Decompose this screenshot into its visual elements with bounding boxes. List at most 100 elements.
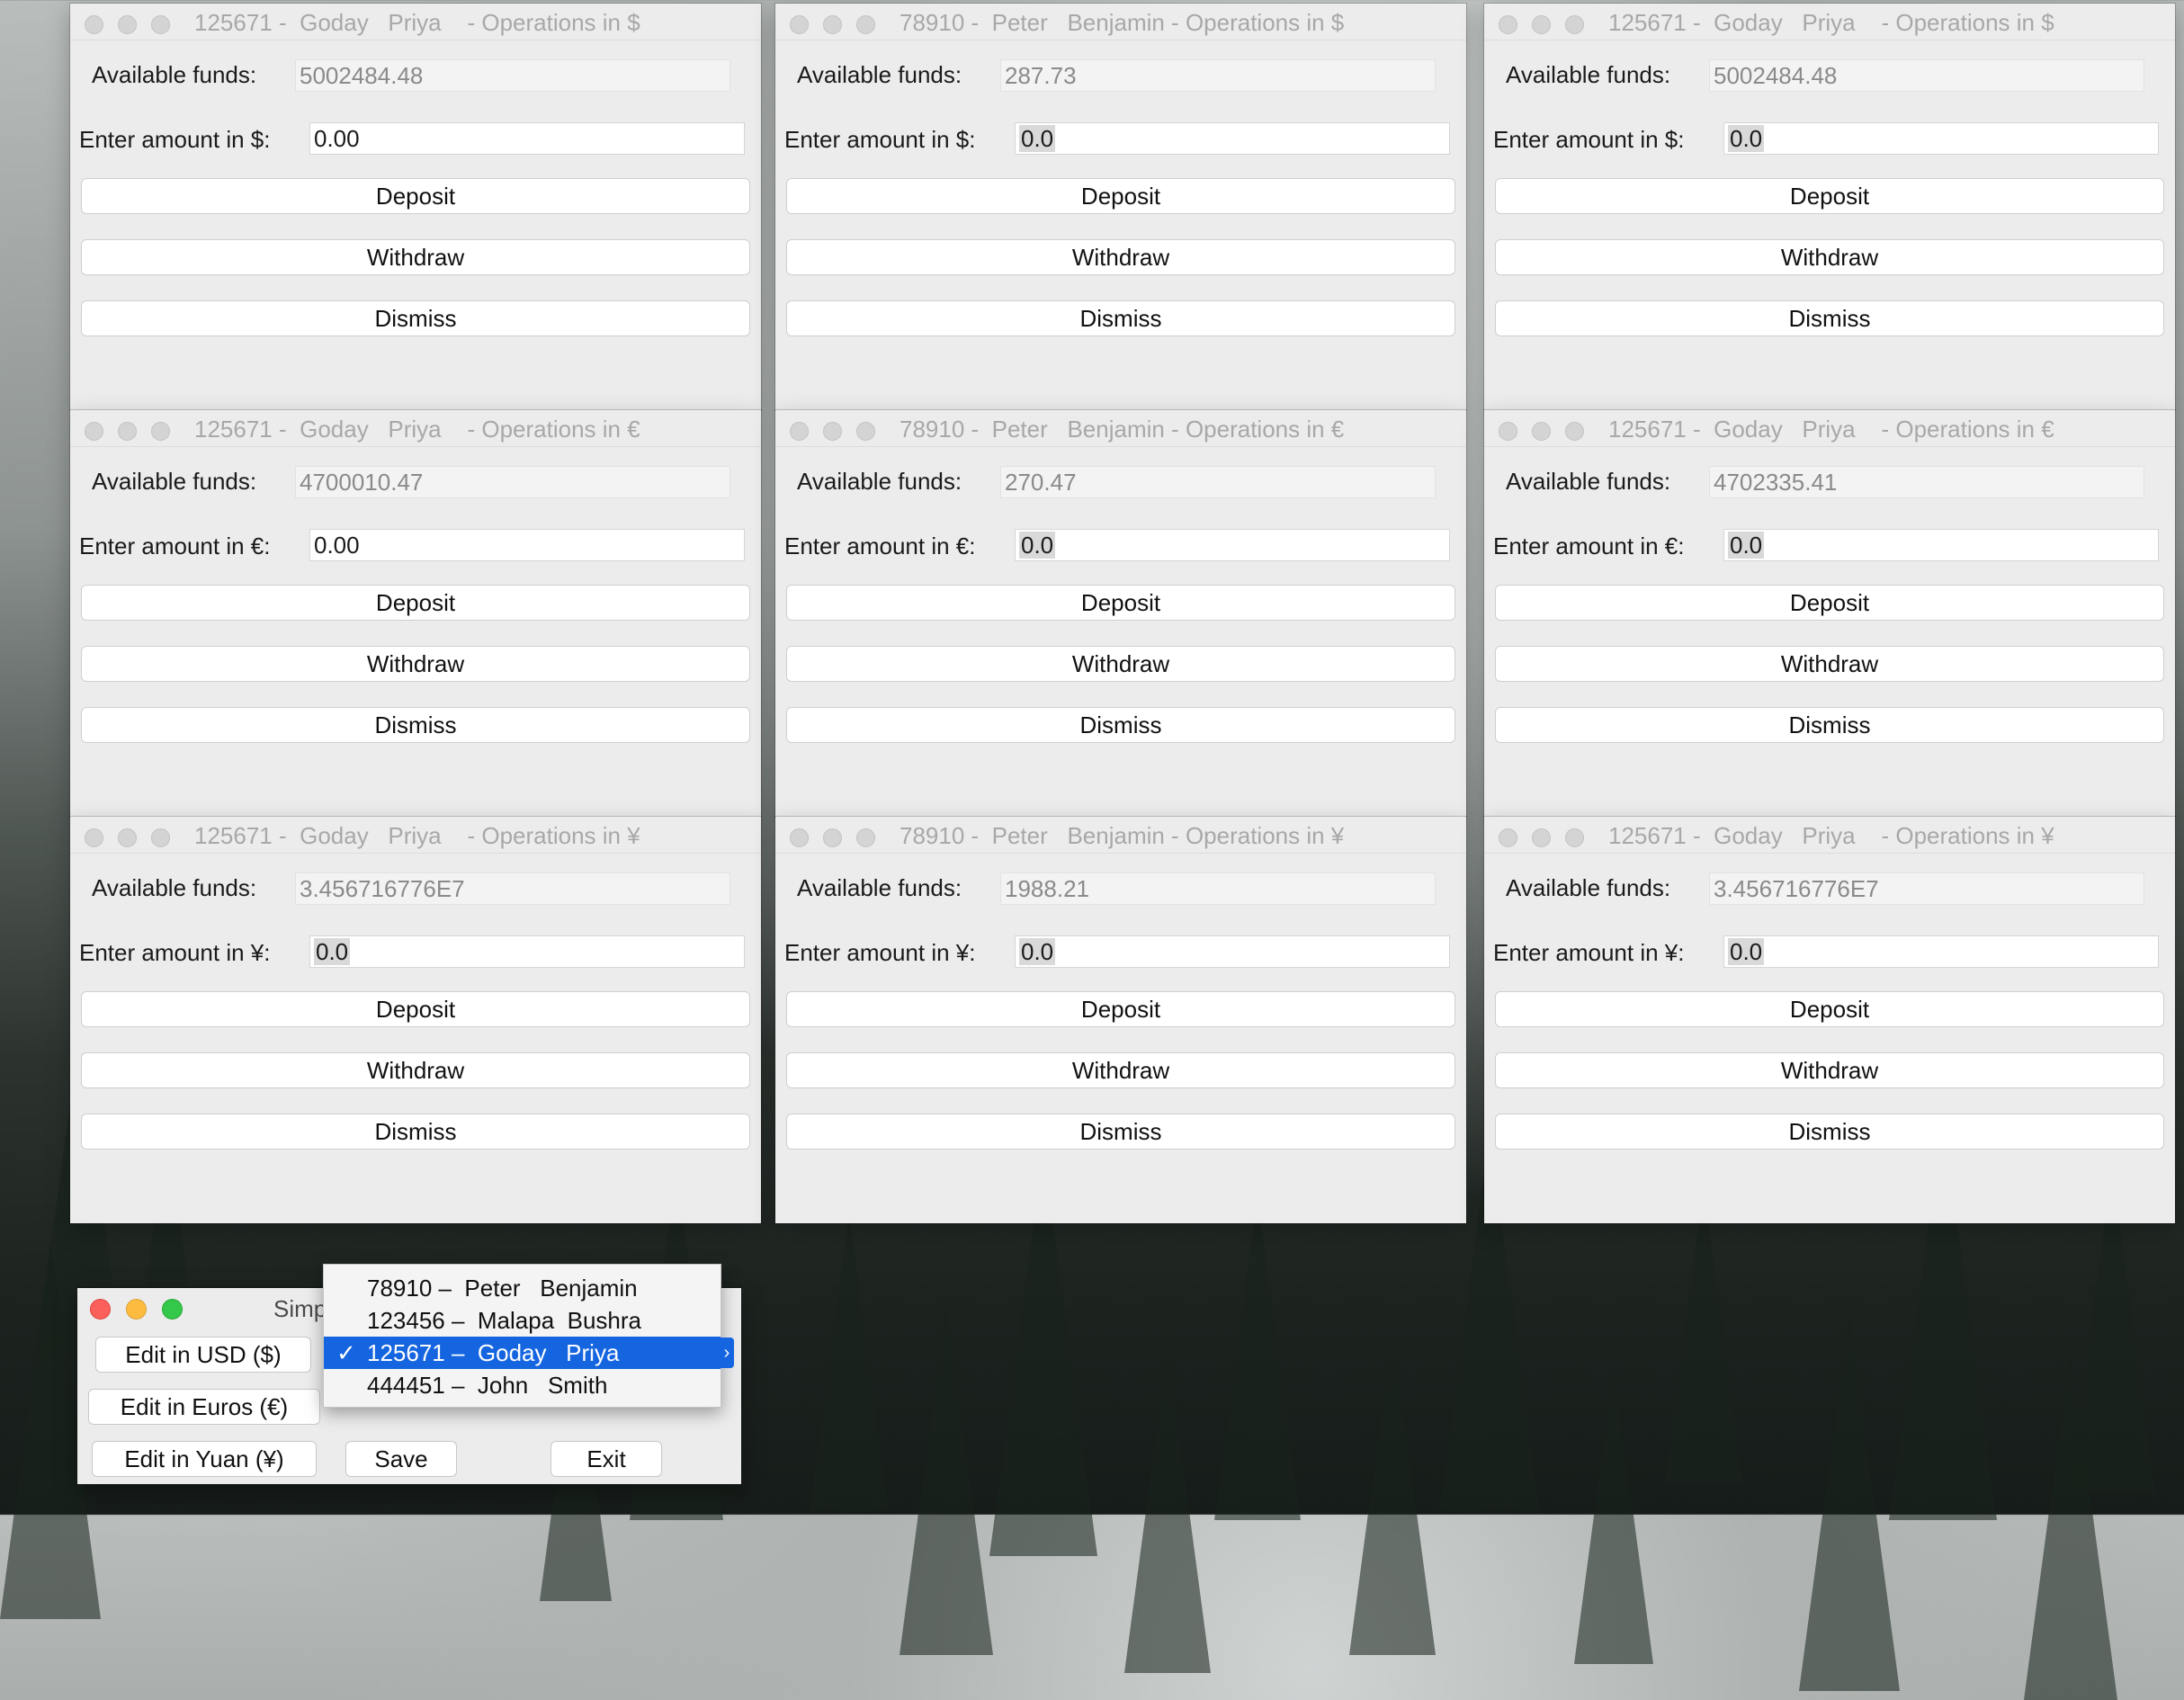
traffic-lights bbox=[790, 422, 890, 441]
amount-value: 0.0 bbox=[1019, 532, 1056, 559]
amount-label: Enter amount in $: bbox=[79, 126, 271, 153]
amount-label: Enter amount in $: bbox=[784, 126, 976, 153]
minimize-button[interactable] bbox=[126, 1299, 147, 1320]
deposit-button[interactable]: Deposit bbox=[786, 178, 1455, 214]
minimize-button[interactable] bbox=[118, 828, 137, 847]
amount-value: 0.00 bbox=[314, 532, 360, 559]
account-option[interactable]: ✓ 125671 – Goday Priya bbox=[324, 1337, 721, 1369]
pine-tree bbox=[1574, 1367, 1653, 1664]
amount-value: 0.0 bbox=[314, 938, 351, 965]
amount-label: Enter amount in €: bbox=[79, 532, 271, 559]
close-button[interactable] bbox=[85, 828, 103, 847]
withdraw-button[interactable]: Withdraw bbox=[1495, 239, 2164, 275]
available-funds-field: 270.47 bbox=[1000, 466, 1436, 498]
deposit-button[interactable]: Deposit bbox=[1495, 991, 2164, 1027]
dismiss-button[interactable]: Dismiss bbox=[1495, 1114, 2164, 1150]
minimize-button[interactable] bbox=[823, 422, 842, 441]
minimize-button[interactable] bbox=[1532, 15, 1551, 34]
operations-window: 78910 - Peter Benjamin - Operations in €… bbox=[775, 410, 1466, 817]
dismiss-button[interactable]: Dismiss bbox=[786, 707, 1455, 743]
exit-button[interactable]: Exit bbox=[550, 1441, 662, 1477]
dismiss-button[interactable]: Dismiss bbox=[786, 1114, 1455, 1150]
edit-euros-button[interactable]: Edit in Euros (€) bbox=[88, 1389, 320, 1425]
zoom-button[interactable] bbox=[151, 828, 170, 847]
zoom-button[interactable] bbox=[856, 15, 875, 34]
edit-usd-button[interactable]: Edit in USD ($) bbox=[95, 1337, 311, 1373]
close-button[interactable] bbox=[790, 15, 809, 34]
close-button[interactable] bbox=[790, 422, 809, 441]
withdraw-button[interactable]: Withdraw bbox=[786, 1052, 1455, 1088]
amount-input[interactable]: 0.0 bbox=[1015, 122, 1450, 155]
dropdown-arrow-icon[interactable]: › bbox=[720, 1338, 734, 1368]
minimize-button[interactable] bbox=[118, 422, 137, 441]
minimize-button[interactable] bbox=[823, 828, 842, 847]
amount-input[interactable]: 0.00 bbox=[309, 529, 745, 561]
save-button[interactable]: Save bbox=[345, 1441, 457, 1477]
zoom-button[interactable] bbox=[151, 15, 170, 34]
window-titlebar: 125671 - Goday Priya - Operations in € bbox=[70, 410, 761, 447]
close-button[interactable] bbox=[85, 15, 103, 34]
withdraw-button[interactable]: Withdraw bbox=[81, 646, 750, 682]
amount-input[interactable]: 0.0 bbox=[309, 935, 745, 968]
window-titlebar: 78910 - Peter Benjamin - Operations in € bbox=[775, 410, 1466, 447]
dismiss-button[interactable]: Dismiss bbox=[1495, 707, 2164, 743]
zoom-button[interactable] bbox=[1565, 422, 1584, 441]
deposit-button[interactable]: Deposit bbox=[1495, 585, 2164, 621]
zoom-button[interactable] bbox=[151, 422, 170, 441]
withdraw-button[interactable]: Withdraw bbox=[1495, 646, 2164, 682]
close-button[interactable] bbox=[90, 1299, 111, 1320]
amount-input[interactable]: 0.0 bbox=[1723, 529, 2159, 561]
deposit-button[interactable]: Deposit bbox=[786, 585, 1455, 621]
dismiss-button[interactable]: Dismiss bbox=[786, 300, 1455, 336]
amount-value: 0.0 bbox=[1728, 532, 1765, 559]
deposit-button[interactable]: Deposit bbox=[81, 178, 750, 214]
zoom-button[interactable] bbox=[856, 422, 875, 441]
deposit-button[interactable]: Deposit bbox=[1495, 178, 2164, 214]
deposit-button[interactable]: Deposit bbox=[786, 991, 1455, 1027]
operations-window: 125671 - Goday Priya - Operations in € Av… bbox=[1484, 410, 2175, 817]
deposit-button[interactable]: Deposit bbox=[81, 585, 750, 621]
close-button[interactable] bbox=[1499, 15, 1517, 34]
close-button[interactable] bbox=[85, 422, 103, 441]
available-funds-label: Available funds: bbox=[1506, 468, 1671, 495]
withdraw-button[interactable]: Withdraw bbox=[786, 239, 1455, 275]
minimize-button[interactable] bbox=[1532, 422, 1551, 441]
withdraw-button[interactable]: Withdraw bbox=[786, 646, 1455, 682]
zoom-button[interactable] bbox=[162, 1299, 183, 1320]
minimize-button[interactable] bbox=[118, 15, 137, 34]
edit-yuan-button[interactable]: Edit in Yuan (¥) bbox=[92, 1441, 317, 1477]
deposit-button[interactable]: Deposit bbox=[81, 991, 750, 1027]
amount-input[interactable]: 0.0 bbox=[1015, 935, 1450, 968]
close-button[interactable] bbox=[1499, 422, 1517, 441]
dismiss-button[interactable]: Dismiss bbox=[81, 300, 750, 336]
minimize-button[interactable] bbox=[823, 15, 842, 34]
withdraw-button[interactable]: Withdraw bbox=[1495, 1052, 2164, 1088]
withdraw-button[interactable]: Withdraw bbox=[81, 239, 750, 275]
available-funds-label: Available funds: bbox=[92, 61, 257, 88]
dismiss-button[interactable]: Dismiss bbox=[81, 707, 750, 743]
withdraw-button[interactable]: Withdraw bbox=[81, 1052, 750, 1088]
amount-label: Enter amount in €: bbox=[784, 532, 976, 559]
amount-input[interactable]: 0.0 bbox=[1723, 122, 2159, 155]
dismiss-button[interactable]: Dismiss bbox=[1495, 300, 2164, 336]
pine-tree bbox=[1124, 1349, 1211, 1673]
available-funds-label: Available funds: bbox=[1506, 61, 1671, 88]
amount-input[interactable]: 0.0 bbox=[1015, 529, 1450, 561]
account-option[interactable]: 78910 – Peter Benjamin bbox=[324, 1272, 721, 1304]
traffic-lights bbox=[1499, 828, 1598, 847]
zoom-button[interactable] bbox=[856, 828, 875, 847]
account-option[interactable]: 123456 – Malapa Bushra bbox=[324, 1304, 721, 1337]
amount-input[interactable]: 0.00 bbox=[309, 122, 745, 155]
amount-value: 0.00 bbox=[314, 125, 360, 152]
amount-input[interactable]: 0.0 bbox=[1723, 935, 2159, 968]
window-titlebar: 78910 - Peter Benjamin - Operations in $ bbox=[775, 4, 1466, 40]
close-button[interactable] bbox=[790, 828, 809, 847]
dismiss-button[interactable]: Dismiss bbox=[81, 1114, 750, 1150]
available-funds-field: 1988.21 bbox=[1000, 872, 1436, 905]
minimize-button[interactable] bbox=[1532, 828, 1551, 847]
zoom-button[interactable] bbox=[1565, 15, 1584, 34]
account-option[interactable]: 444451 – John Smith bbox=[324, 1369, 721, 1401]
close-button[interactable] bbox=[1499, 828, 1517, 847]
traffic-lights bbox=[1499, 422, 1598, 441]
zoom-button[interactable] bbox=[1565, 828, 1584, 847]
